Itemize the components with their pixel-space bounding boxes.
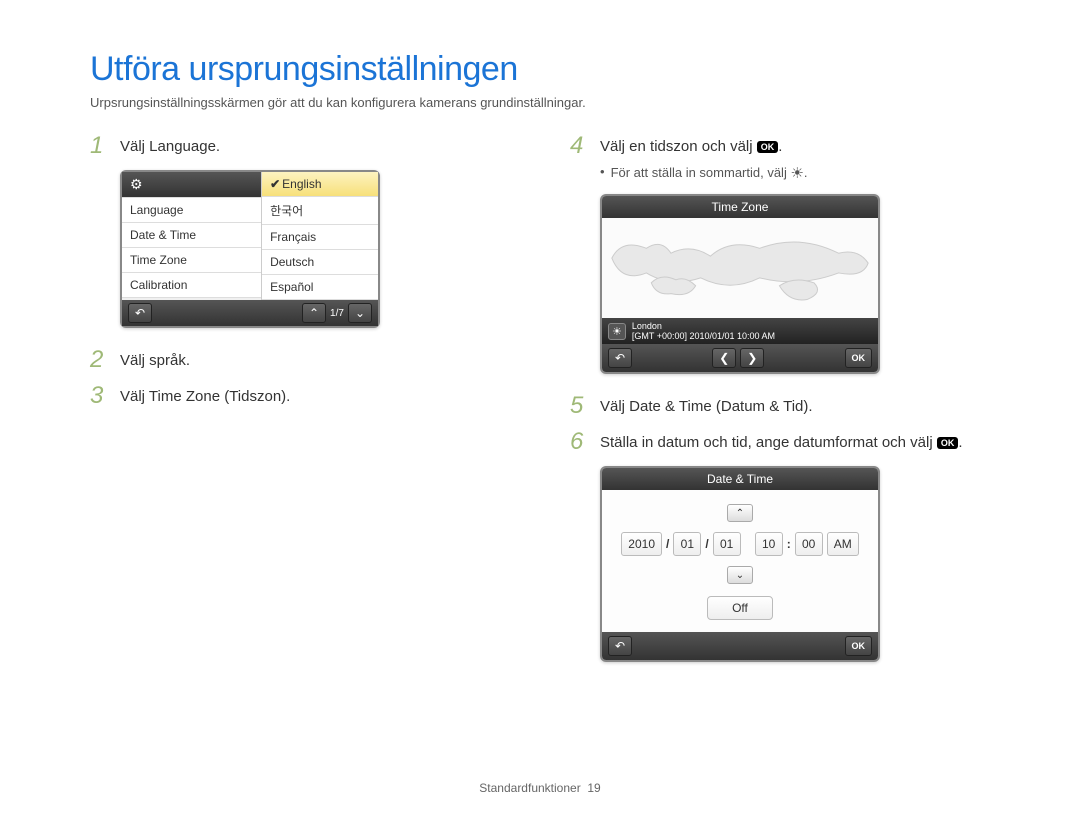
list-item[interactable]: 한국어	[262, 197, 378, 225]
dst-button[interactable]: ☀	[608, 323, 626, 340]
left-arrow-button[interactable]: ❮	[712, 348, 736, 368]
step-text: Välj Time Zone (Tidszon).	[120, 384, 290, 405]
device-footer: ↶ OK	[602, 632, 878, 660]
page-footer: Standardfunktioner 19	[0, 781, 1080, 795]
day-cell[interactable]: 01	[713, 532, 741, 556]
map-icon	[602, 218, 878, 318]
step-number: 1	[90, 134, 110, 158]
back-button[interactable]: ↶	[608, 636, 632, 656]
step-4: 4 Välj en tidszon och välj OK.	[570, 134, 990, 158]
right-column: 4 Välj en tidszon och välj OK. För att s…	[570, 134, 990, 682]
device-datetime-screen: Date & Time ⌃ 2010 / 01 / 01 10 : 00 AM …	[600, 466, 880, 662]
separator: /	[666, 537, 669, 551]
settings-menu: ⚙ Language Date & Time Time Zone Calibra…	[122, 172, 262, 300]
back-button[interactable]: ↶	[608, 348, 632, 368]
month-cell[interactable]: 01	[673, 532, 701, 556]
step-6: 6 Ställa in datum och tid, ange datumfor…	[570, 430, 990, 454]
step-text: Välj språk.	[120, 348, 190, 369]
list-item-label: English	[282, 177, 321, 191]
step-text: Välj Date & Time (Datum & Tid).	[600, 394, 813, 415]
off-button[interactable]: Off	[707, 596, 773, 620]
timezone-gmt: [GMT +00:00] 2010/01/01 10:00 AM	[632, 331, 775, 341]
language-list: ✔English 한국어 Français Deutsch Español	[262, 172, 378, 300]
minute-cell[interactable]: 00	[795, 532, 823, 556]
content-columns: 1 Välj Language. ⚙ Language Date & Time …	[90, 134, 990, 682]
timezone-city: London	[632, 321, 775, 331]
hour-cell[interactable]: 10	[755, 532, 783, 556]
step-4-bullet: För att ställa in sommartid, välj ☀.	[600, 164, 990, 182]
timezone-title: Time Zone	[602, 196, 878, 218]
step-2: 2 Välj språk.	[90, 348, 510, 372]
year-cell[interactable]: 2010	[621, 532, 662, 556]
step-number: 2	[90, 348, 110, 372]
step-text: Välj en tidszon och välj OK.	[600, 134, 782, 155]
separator: :	[787, 537, 791, 551]
sun-icon: ☀	[790, 164, 803, 182]
check-icon: ✔	[270, 177, 280, 191]
stepper-up-button[interactable]: ⌃	[727, 504, 753, 522]
list-item[interactable]: Language	[122, 198, 261, 223]
footer-page-number: 19	[587, 781, 600, 795]
ok-icon: OK	[937, 437, 959, 449]
datetime-title: Date & Time	[602, 468, 878, 490]
datetime-row: 2010 / 01 / 01 10 : 00 AM	[610, 532, 870, 556]
ampm-cell[interactable]: AM	[827, 532, 859, 556]
device-timezone-screen: Time Zone ☀ London [GMT +00:00] 2010/01/…	[600, 194, 880, 374]
step-1: 1 Välj Language.	[90, 134, 510, 158]
page-subtitle: Urpsrungsinställningsskärmen gör att du …	[90, 95, 990, 110]
list-item[interactable]: Calibration	[122, 273, 261, 298]
page-indicator: 1/7	[330, 308, 344, 319]
pager: ⌃ 1/7 ⌄	[302, 303, 372, 323]
timezone-info: ☀ London [GMT +00:00] 2010/01/01 10:00 A…	[602, 318, 878, 344]
page-title: Utföra ursprungsinställningen	[90, 50, 990, 89]
device-footer: ↶ ❮ ❯ OK	[602, 344, 878, 372]
list-item[interactable]: Español	[262, 275, 378, 300]
ok-button[interactable]: OK	[845, 348, 873, 368]
step-text: Ställa in datum och tid, ange datumforma…	[600, 430, 963, 451]
ok-button[interactable]: OK	[845, 636, 873, 656]
right-arrow-button[interactable]: ❯	[740, 348, 764, 368]
list-item[interactable]: Français	[262, 225, 378, 250]
left-column: 1 Välj Language. ⚙ Language Date & Time …	[90, 134, 510, 682]
world-map[interactable]	[602, 218, 878, 318]
list-item[interactable]: Deutsch	[262, 250, 378, 275]
list-item[interactable]: ✔English	[262, 172, 378, 197]
step-5: 5 Välj Date & Time (Datum & Tid).	[570, 394, 990, 418]
back-button[interactable]: ↶	[128, 303, 152, 323]
step-number: 5	[570, 394, 590, 418]
stepper-down-button[interactable]: ⌄	[727, 566, 753, 584]
list-item[interactable]: Date & Time	[122, 223, 261, 248]
step-3: 3 Välj Time Zone (Tidszon).	[90, 384, 510, 408]
step-number: 6	[570, 430, 590, 454]
step-number: 4	[570, 134, 590, 158]
device-language-screen: ⚙ Language Date & Time Time Zone Calibra…	[120, 170, 380, 328]
gear-icon: ⚙	[122, 172, 261, 198]
page-down-button[interactable]: ⌄	[348, 303, 372, 323]
ok-icon: OK	[757, 141, 779, 153]
step-number: 3	[90, 384, 110, 408]
separator: /	[705, 537, 708, 551]
device-footer: ↶ ⌃ 1/7 ⌄	[122, 300, 378, 326]
page-up-button[interactable]: ⌃	[302, 303, 326, 323]
footer-label: Standardfunktioner	[479, 781, 580, 795]
list-item[interactable]: Time Zone	[122, 248, 261, 273]
step-text: Välj Language.	[120, 134, 220, 155]
